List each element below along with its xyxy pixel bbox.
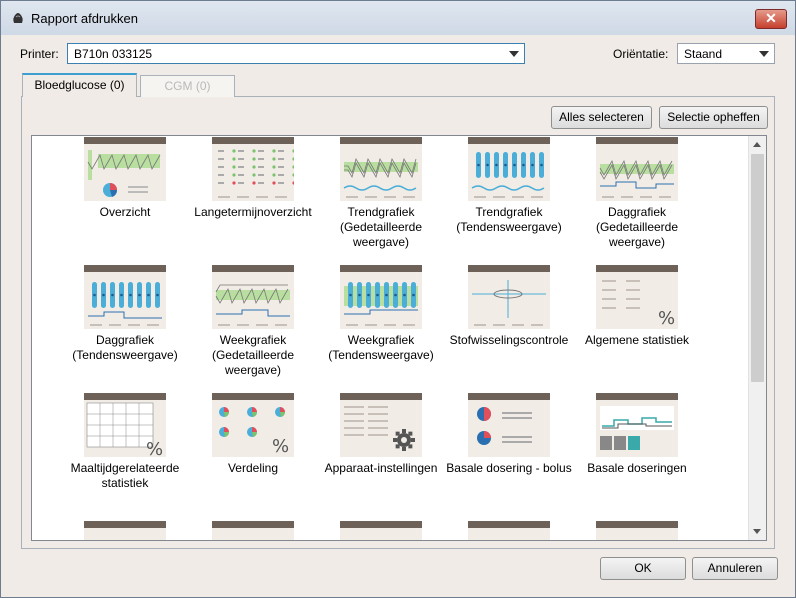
orientation-value: Staand: [684, 47, 723, 61]
report-tile[interactable]: Stofwisselingscontrole: [445, 265, 573, 348]
metabolic-control-report-icon: [468, 265, 550, 329]
printer-value: B710n 033125: [74, 47, 153, 61]
report-tile-label: Overzicht: [99, 205, 151, 219]
long-term-report-icon: [212, 137, 294, 201]
report-tile-label: Daggrafiek (Gedetailleerde weergave): [595, 205, 679, 249]
week-detail-report-icon: [212, 265, 294, 329]
svg-text:%: %: [146, 439, 163, 457]
report-tile-partial[interactable]: [445, 521, 573, 540]
report-tile-label: Apparaat-instellingen: [324, 461, 438, 475]
general-statistics-report-icon: %: [596, 265, 678, 329]
ok-button[interactable]: OK: [600, 557, 686, 580]
cancel-button[interactable]: Annuleren: [692, 557, 778, 580]
report-tile-partial[interactable]: [573, 521, 701, 540]
report-tile-partial[interactable]: [61, 521, 189, 540]
report-tile[interactable]: Basale doseringen: [573, 393, 701, 476]
basal-bolus-report-icon: [468, 393, 550, 457]
deselect-button[interactable]: Selectie opheffen: [659, 106, 768, 129]
orientation-label: Oriëntatie:: [613, 47, 669, 61]
report-tile[interactable]: Daggrafiek (Gedetailleerde weergave): [573, 137, 701, 250]
vertical-scrollbar[interactable]: [748, 136, 766, 540]
scroll-down-button[interactable]: [749, 523, 766, 540]
overview-report-icon: [84, 137, 166, 201]
report-tile-label: Verdeling: [227, 461, 279, 475]
report-tile-label: Weekgrafiek (Gedetailleerde weergave): [211, 333, 295, 377]
report-tile-label: Basale doseringen: [587, 461, 687, 475]
svg-text:%: %: [272, 436, 289, 457]
tab-cgm[interactable]: CGM (0): [140, 75, 235, 97]
report-tile-label: Maaltijdgerelateerde statistiek: [70, 461, 180, 490]
day-detail-report-icon: [596, 137, 678, 201]
report-tile[interactable]: Weekgrafiek (Gedetailleerde weergave): [189, 265, 317, 378]
report-thumbnail-icon: [84, 521, 166, 540]
window-title: Rapport afdrukken: [31, 11, 138, 26]
report-tile-label: Trendgrafiek (Tendensweergave): [456, 205, 562, 234]
report-tile[interactable]: Trendgrafiek (Tendensweergave): [445, 137, 573, 235]
close-button[interactable]: ✕: [755, 9, 787, 29]
select-all-button[interactable]: Alles selecteren: [551, 106, 652, 129]
scroll-up-button[interactable]: [749, 136, 766, 153]
report-tile[interactable]: % Algemene statistiek: [573, 265, 701, 348]
week-tendency-report-icon: [340, 265, 422, 329]
app-icon: [13, 13, 23, 23]
scroll-thumb[interactable]: [751, 154, 764, 382]
title-bar: Rapport afdrukken ✕: [1, 1, 795, 35]
chevron-down-icon: [509, 51, 519, 57]
report-tile[interactable]: Overzicht: [61, 137, 189, 220]
report-thumbnail-icon: [340, 521, 422, 540]
report-tile[interactable]: Apparaat-instellingen: [317, 393, 445, 476]
report-tile-label: Trendgrafiek (Gedetailleerde weergave): [339, 205, 423, 249]
report-tile-partial[interactable]: [189, 521, 317, 540]
report-thumbnail-icon: [596, 521, 678, 540]
trend-detail-report-icon: [340, 137, 422, 201]
report-tile-label: Basale dosering - bolus: [446, 461, 572, 475]
svg-text:%: %: [658, 308, 675, 329]
report-tile[interactable]: % Verdeling: [189, 393, 317, 476]
day-tendency-report-icon: [84, 265, 166, 329]
tab-blood-glucose[interactable]: Bloedglucose (0): [22, 73, 137, 97]
report-thumbnail-icon: [212, 521, 294, 540]
printer-select[interactable]: B710n 033125: [67, 43, 525, 64]
report-tile-label: Daggrafiek (Tendensweergave): [72, 333, 178, 362]
report-tile[interactable]: % Maaltijdgerelateerde statistiek: [61, 393, 189, 491]
report-tile[interactable]: Trendgrafiek (Gedetailleerde weergave): [317, 137, 445, 250]
basal-rates-report-icon: [596, 393, 678, 457]
report-tile-partial[interactable]: [317, 521, 445, 540]
chevron-down-icon: [759, 51, 769, 57]
report-tile-label: Stofwisselingscontrole: [449, 333, 569, 347]
report-tile-label: Weekgrafiek (Tendensweergave): [328, 333, 434, 362]
report-tile[interactable]: Langetermijnoverzicht: [189, 137, 317, 220]
print-report-dialog: Rapport afdrukken ✕ Printer: B710n 03312…: [0, 0, 796, 598]
printer-label: Printer:: [20, 47, 59, 61]
trend-tendency-report-icon: [468, 137, 550, 201]
report-thumbnail-icon: [468, 521, 550, 540]
report-tile-label: Langetermijnoverzicht: [194, 205, 312, 219]
report-list: Overzicht Langetermijnoverzicht Trendgrafi…: [31, 135, 767, 541]
meal-statistics-report-icon: %: [84, 393, 166, 457]
report-tile[interactable]: Weekgrafiek (Tendensweergave): [317, 265, 445, 363]
device-settings-report-icon: [340, 393, 422, 457]
close-icon: ✕: [765, 10, 777, 26]
distribution-report-icon: %: [212, 393, 294, 457]
report-tile-label: Algemene statistiek: [584, 333, 690, 347]
orientation-select[interactable]: Staand: [677, 43, 775, 64]
report-tile[interactable]: Basale dosering - bolus: [445, 393, 573, 476]
report-tile[interactable]: Daggrafiek (Tendensweergave): [61, 265, 189, 363]
